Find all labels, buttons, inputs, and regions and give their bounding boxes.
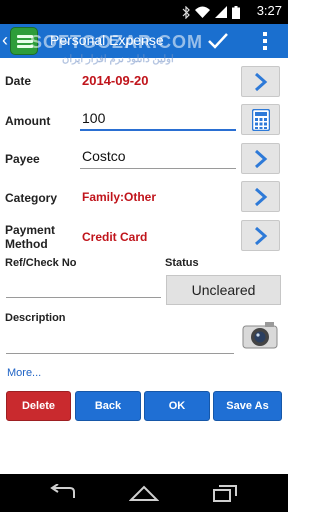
navigation-bar — [0, 474, 288, 512]
payment-method-value[interactable]: Credit Card — [82, 230, 147, 244]
ok-button[interactable]: OK — [144, 391, 210, 421]
action-bar: ‹ Personal Expense — [0, 24, 288, 58]
category-select-button[interactable] — [241, 181, 280, 212]
camera-button[interactable] — [241, 320, 279, 350]
payee-label: Payee — [5, 152, 40, 166]
status-bar: 3:27 — [0, 0, 288, 24]
ref-check-input[interactable] — [6, 273, 161, 298]
overflow-menu-icon[interactable] — [258, 30, 272, 52]
calculator-button[interactable] — [241, 104, 280, 135]
ref-check-label: Ref/Check No — [5, 257, 77, 269]
delete-button[interactable]: Delete — [6, 391, 71, 421]
chevron-right-icon — [255, 226, 268, 246]
up-caret-icon[interactable]: ‹ — [2, 30, 8, 51]
status-label: Status — [165, 257, 199, 269]
payment-method-select-button[interactable] — [241, 220, 280, 251]
chevron-right-icon — [255, 72, 268, 92]
payment-method-label-line1: Payment — [5, 223, 56, 237]
payee-select-button[interactable] — [241, 143, 280, 174]
chevron-right-icon — [255, 149, 268, 169]
date-value[interactable]: 2014-09-20 — [82, 73, 149, 88]
page-title: Personal Expense — [50, 32, 164, 48]
amount-label: Amount — [5, 114, 51, 128]
chevron-right-icon — [255, 187, 268, 207]
status-selector[interactable]: Uncleared — [166, 275, 281, 305]
nav-recents-icon[interactable] — [210, 484, 240, 502]
date-label: Date — [5, 74, 32, 88]
amount-input[interactable]: 100 — [80, 107, 236, 131]
wifi-icon — [195, 6, 210, 18]
status-icons — [182, 5, 240, 19]
category-value[interactable]: Family:Other — [82, 190, 156, 204]
more-link[interactable]: More... — [7, 367, 41, 379]
camera-icon — [242, 322, 278, 349]
payment-method-label-line2: Method — [5, 237, 48, 251]
date-picker-button[interactable] — [241, 66, 280, 97]
calculator-icon — [252, 109, 270, 131]
app-logo-icon[interactable] — [10, 27, 38, 55]
save-as-button[interactable]: Save As — [213, 391, 282, 421]
status-time: 3:27 — [256, 3, 282, 18]
category-label: Category — [5, 191, 58, 205]
description-input[interactable] — [6, 330, 234, 354]
battery-icon — [232, 5, 240, 19]
bluetooth-icon — [182, 5, 190, 19]
nav-home-icon[interactable] — [129, 484, 159, 502]
signal-icon — [215, 6, 227, 18]
nav-back-icon[interactable] — [48, 484, 78, 502]
description-label: Description — [5, 312, 66, 324]
payee-input[interactable]: Costco — [80, 145, 236, 169]
checkmark-icon[interactable] — [205, 28, 231, 54]
back-button[interactable]: Back — [75, 391, 141, 421]
